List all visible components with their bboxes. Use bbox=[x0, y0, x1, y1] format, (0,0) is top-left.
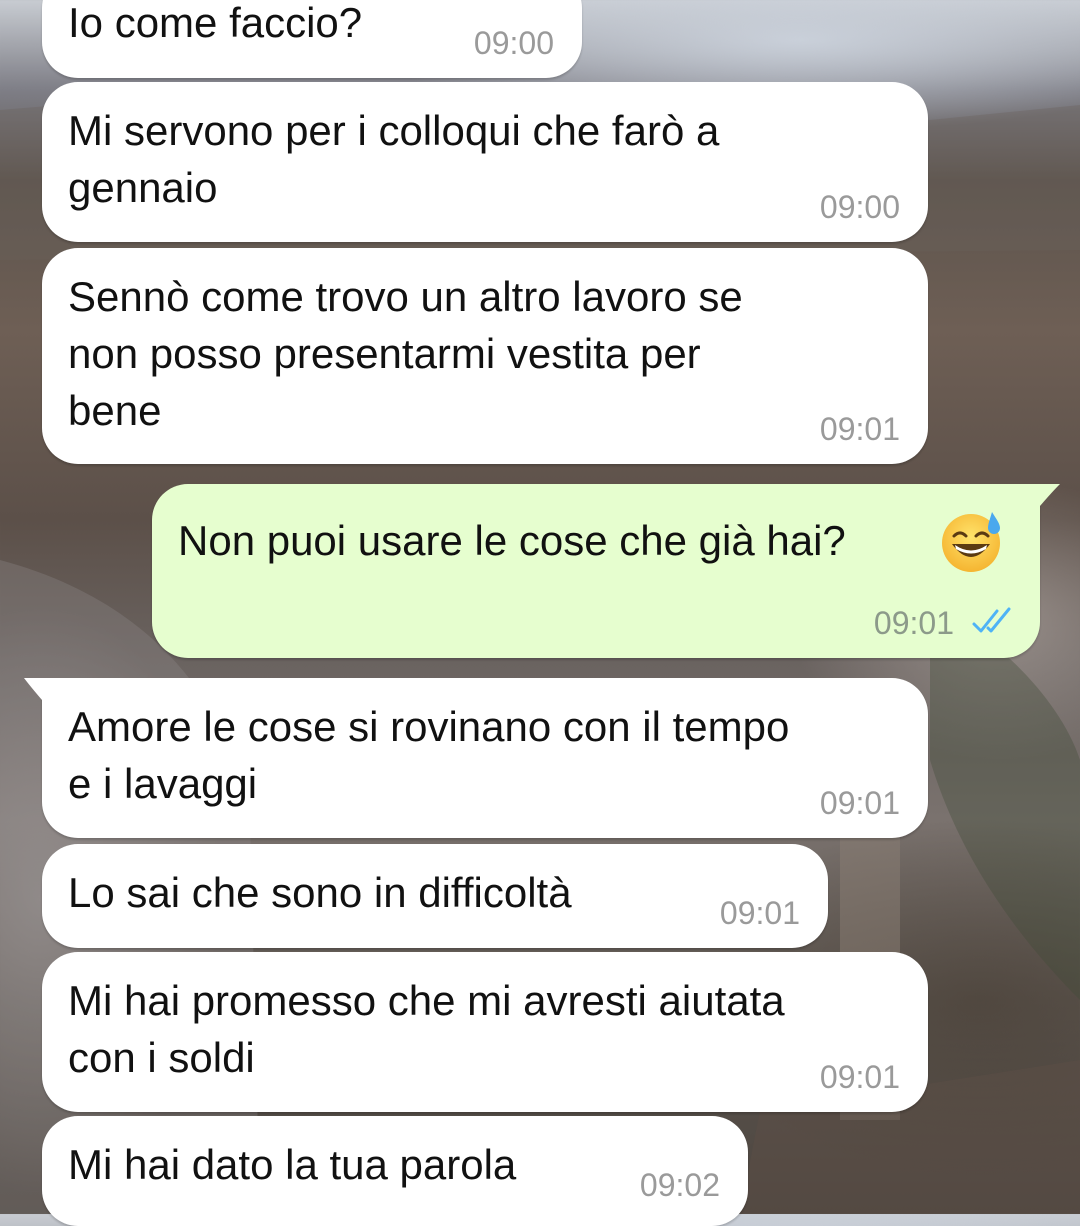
outgoing-bubble-tail bbox=[1022, 484, 1060, 524]
message-text: Mi hai promesso che mi avresti aiutata c… bbox=[68, 977, 785, 1081]
message-timestamp: 09:01 bbox=[873, 605, 954, 641]
message-text: Amore le cose si rovinano con il tempo e… bbox=[68, 703, 790, 807]
message-bubble-incoming[interactable]: Mi servono per i colloqui che farò a gen… bbox=[42, 82, 928, 242]
message-text: Lo sai che sono in difficoltà bbox=[68, 869, 572, 916]
message-bubble-incoming[interactable]: Amore le cose si rovinano con il tempo e… bbox=[42, 678, 928, 838]
message-timestamp: 09:01 bbox=[819, 411, 900, 447]
message-timestamp: 09:01 bbox=[819, 785, 900, 821]
message-timestamp: 09:00 bbox=[473, 25, 554, 61]
message-bubble-incoming[interactable]: Lo sai che sono in difficoltà 09:01 bbox=[42, 844, 828, 948]
message-text: Mi servono per i colloqui che farò a gen… bbox=[68, 107, 720, 211]
message-text: Io come faccio? bbox=[68, 0, 363, 46]
message-text: Sennò come trovo un altro lavoro se non … bbox=[68, 273, 743, 434]
message-timestamp: 09:02 bbox=[639, 1167, 720, 1203]
read-double-check-icon bbox=[972, 607, 1011, 633]
message-bubble-incoming[interactable]: Mi hai promesso che mi avresti aiutata c… bbox=[42, 952, 928, 1112]
message-timestamp: 09:01 bbox=[819, 1059, 900, 1095]
message-timestamp: 09:00 bbox=[819, 189, 900, 225]
grinning-face-with-sweat-icon bbox=[942, 512, 1000, 572]
message-bubble-outgoing[interactable]: Non puoi usare le cose che già hai? 09:0… bbox=[152, 484, 1040, 658]
incoming-bubble-tail bbox=[24, 678, 60, 718]
message-timestamp: 09:01 bbox=[719, 895, 800, 931]
message-text: Mi hai dato la tua parola bbox=[68, 1141, 517, 1188]
message-bubble-incoming[interactable]: Io come faccio? 09:00 bbox=[42, 0, 582, 78]
message-bubble-incoming[interactable]: Sennò come trovo un altro lavoro se non … bbox=[42, 248, 928, 464]
message-bubble-incoming[interactable]: Mi hai dato la tua parola 09:02 bbox=[42, 1116, 748, 1226]
message-text: Non puoi usare le cose che già hai? bbox=[178, 517, 846, 564]
